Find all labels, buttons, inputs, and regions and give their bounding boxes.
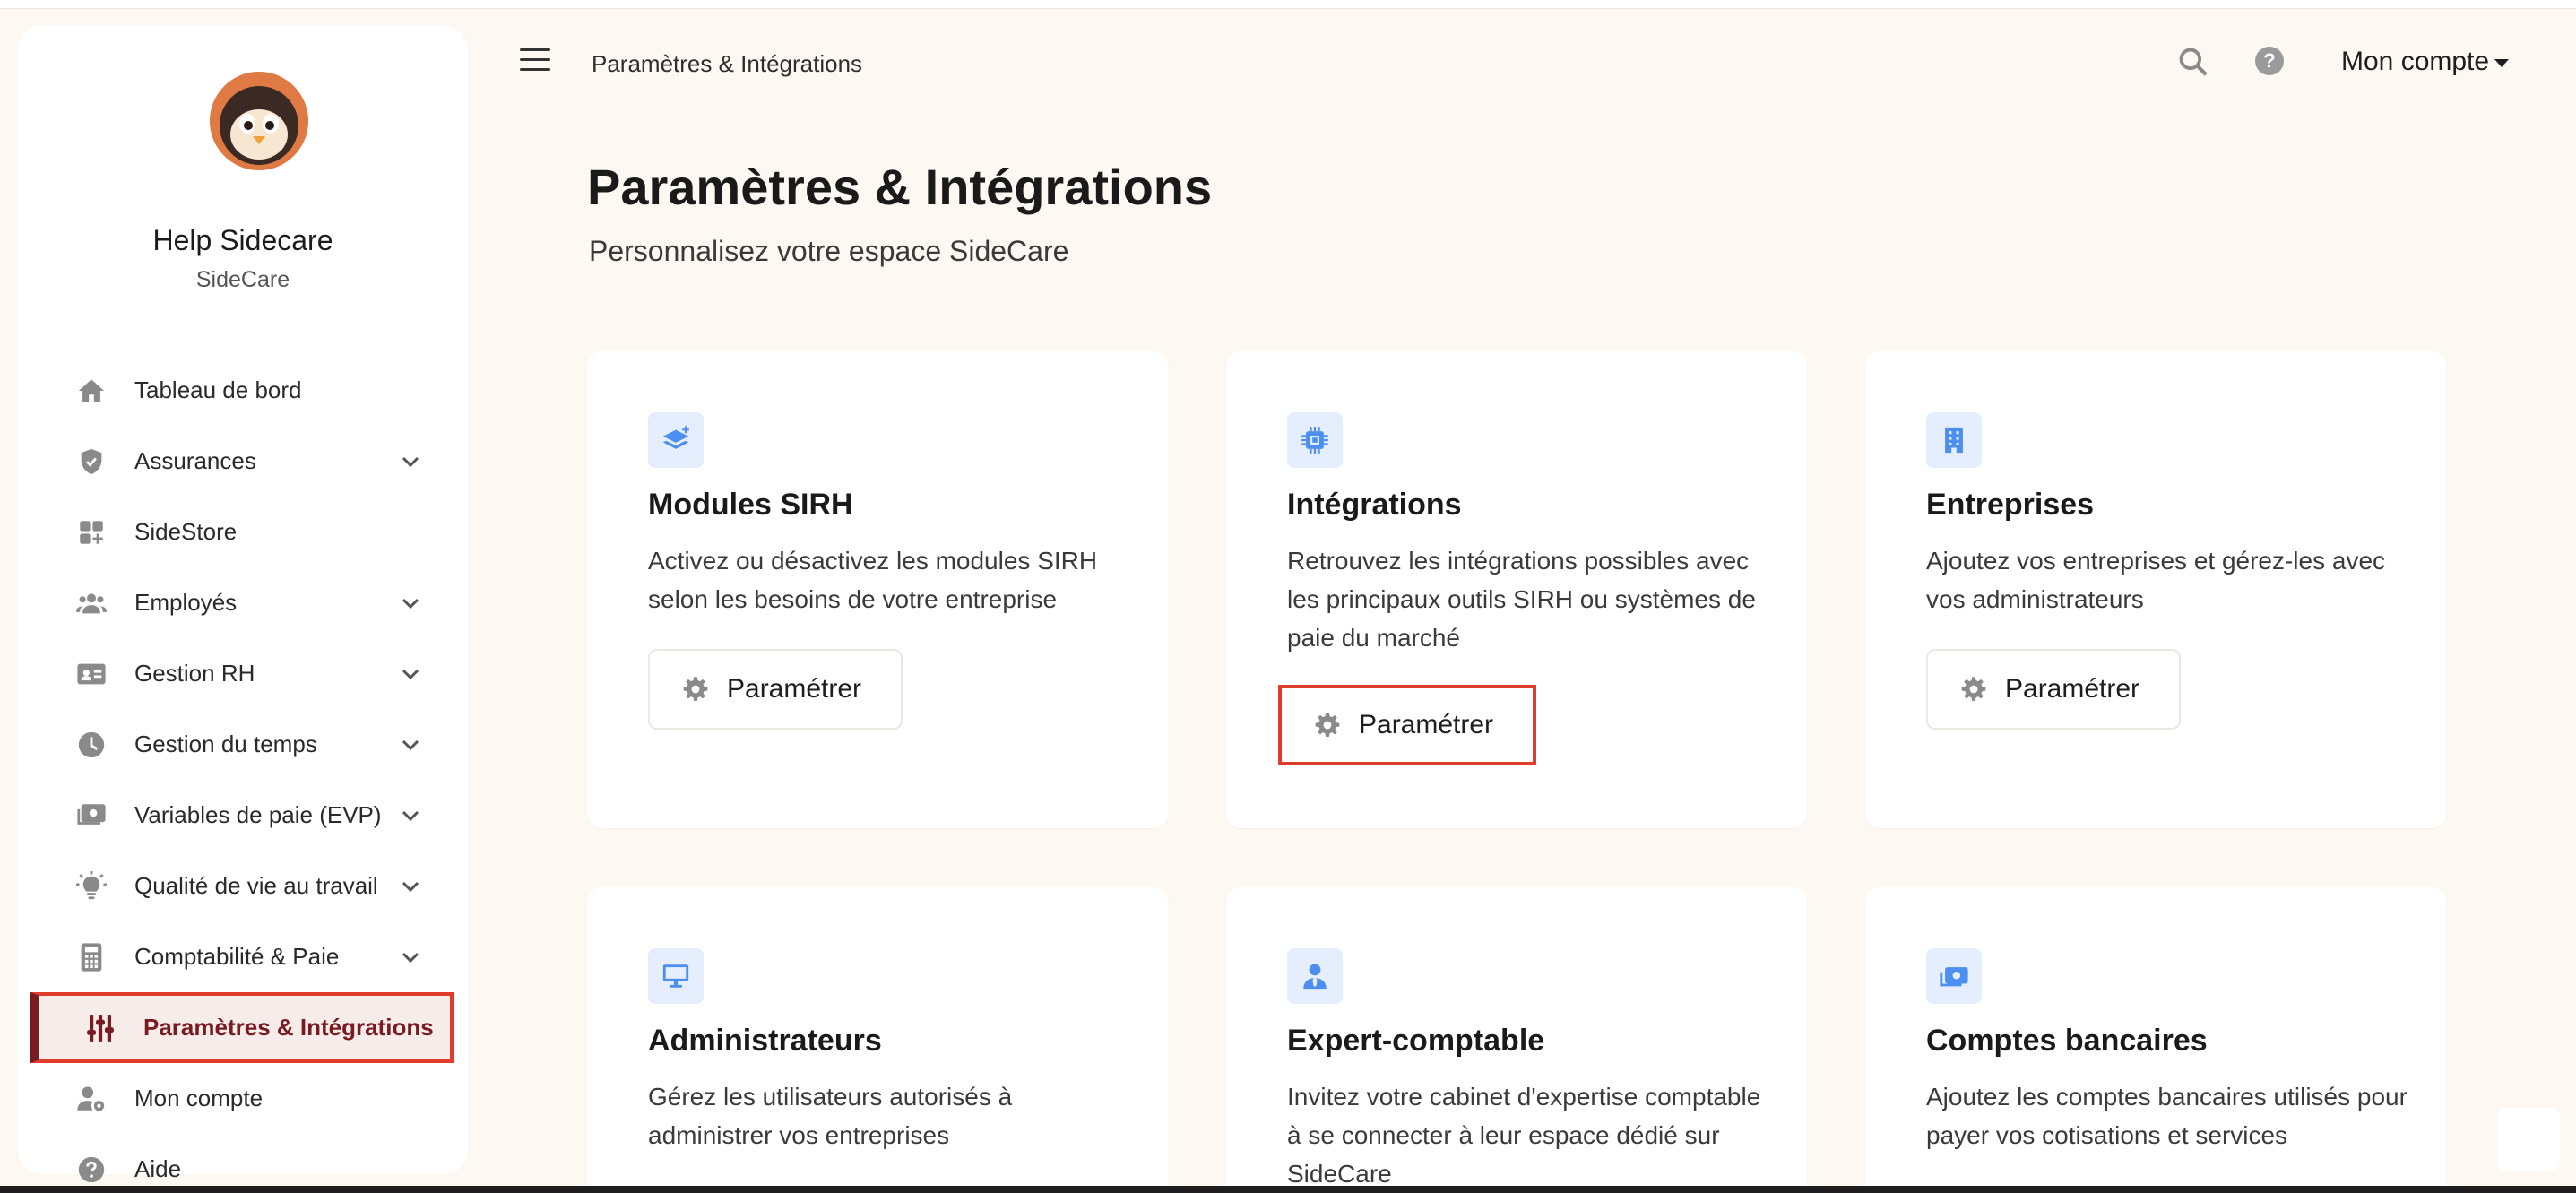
card-comptes-bancaires: Comptes bancaires Ajoutez les comptes ba… [1865,887,2446,1193]
help-button[interactable]: ? [2255,47,2284,75]
sidebar-item-label: Paramètres & Intégrations [143,1014,434,1041]
account-label: Mon compte [2341,47,2490,76]
card-description: Ajoutez vos entreprises et gérez-les ave… [1926,547,2386,613]
account-menu-button[interactable]: Mon compte [2341,47,2510,77]
card-description: Ajoutez les comptes bancaires utilisés p… [1926,1083,2407,1149]
sidebar-item-label: Tableau de bord [134,376,302,403]
sidebar-item-gestion-rh[interactable]: Gestion RH [18,638,468,709]
bottom-edge [0,1186,2576,1193]
card-title: Intégrations [1287,488,1462,522]
search-icon [2179,48,2208,76]
chevron-down-icon[interactable] [400,592,421,614]
sidebar-item-mon-compte[interactable]: Mon compte [18,1063,468,1134]
gear-icon [683,677,708,701]
card-administrateurs: Administrateurs Gérez les utilisateurs a… [587,887,1168,1193]
card-title: Administrateurs [648,1024,882,1058]
chevron-down-icon[interactable] [400,947,421,968]
card-description: Invitez votre cabinet d'expertise compta… [1287,1083,1761,1188]
user-gear-icon [75,1083,108,1115]
menu-toggle-button[interactable] [520,48,550,73]
card-description: Gérez les utilisateurs autorisés à admin… [648,1083,1013,1149]
sidebar: Help Sidecare SideCare Tableau de bord A… [18,25,468,1182]
calculator-icon [75,941,108,973]
avatar[interactable] [210,72,308,170]
top-edge [0,0,2576,9]
chevron-down-icon[interactable] [400,451,421,472]
hamburger-icon [520,48,550,51]
card-title: Expert-comptable [1287,1024,1545,1058]
parametrer-button[interactable]: Paramétrer [648,649,903,730]
money-icon [75,800,108,832]
monitor-icon [648,948,704,1004]
sidebar-item-qualite-de-vie[interactable]: Qualité de vie au travail [18,851,468,921]
sidebar-item-gestion-du-temps[interactable]: Gestion du temps [18,709,468,780]
card-title: Modules SIRH [648,488,853,522]
sliders-icon [84,1012,117,1044]
sidebar-item-aide[interactable]: Aide [18,1134,468,1193]
gear-icon [1315,713,1340,737]
sidebar-item-label: SideStore [134,518,238,545]
sidebar-item-label: Variables de paie (EVP) [134,801,382,828]
user-tie-icon [1287,948,1343,1004]
search-button[interactable] [2176,45,2210,79]
button-label: Paramétrer [2005,674,2140,704]
sidebar-item-label: Gestion du temps [134,730,317,757]
page-title: Paramètres & Intégrations [587,159,1213,215]
chip-icon [1287,412,1343,468]
sidebar-item-tableau-de-bord[interactable]: Tableau de bord [18,355,468,426]
card-expert-comptable: Expert-comptable Invitez votre cabinet d… [1226,887,1807,1193]
sidebar-item-sidestore[interactable]: SideStore [18,497,468,567]
sidebar-item-label: Mon compte [134,1085,264,1111]
building-icon [1926,412,1982,468]
sidebar-item-label: Employés [134,589,238,616]
card-integrations: Intégrations Retrouvez les intégrations … [1226,351,1807,828]
chevron-down-icon[interactable] [400,734,421,756]
users-icon [75,587,108,619]
sidebar-item-label: Assurances [134,447,256,474]
user-company: SideCare [195,267,290,292]
user-name: Help Sidecare [152,224,333,256]
sidebar-item-label: Aide [134,1155,182,1182]
sidebar-item-comptabilite-paie[interactable]: Comptabilité & Paie [18,921,468,992]
shield-icon [75,445,108,478]
chevron-down-icon[interactable] [400,663,421,685]
card-description: Activez ou désactivez les modules SIRH s… [648,547,1098,613]
gear-icon [1961,677,1986,701]
sidebar-item-assurances[interactable]: Assurances [18,426,468,497]
sidebar-item-label: Comptabilité & Paie [134,943,340,970]
breadcrumb: Paramètres & Intégrations [592,50,863,77]
money-bill-icon [1926,948,1982,1004]
sidebar-item-employes[interactable]: Employés [18,567,468,638]
grid-plus-icon [75,516,108,549]
layers-icon [648,412,704,468]
sidebar-item-parametres-integrations[interactable]: Paramètres & Intégrations [30,992,454,1063]
sidebar-nav: Tableau de bord Assurances SideStore Emp… [18,355,468,1193]
lightbulb-icon [75,870,108,903]
penguin-avatar-icon [210,72,308,170]
card-description: Retrouvez les intégrations possibles ave… [1287,547,1756,652]
parametrer-button[interactable]: Paramétrer [1926,649,2182,730]
chat-widget-button[interactable] [2497,1108,2560,1171]
caret-down-icon [2494,58,2510,67]
chevron-down-icon[interactable] [400,876,421,897]
card-entreprises: Entreprises Ajoutez vos entreprises et g… [1865,351,2446,828]
sidebar-item-variables-de-paie[interactable]: Variables de paie (EVP) [18,780,468,851]
card-title: Entreprises [1926,488,2095,522]
clock-icon [75,729,108,761]
page-subtitle: Personnalisez votre espace SideCare [589,235,1069,267]
parametrer-button[interactable]: Paramétrer [1278,685,1537,765]
id-card-icon [75,658,108,690]
home-icon [75,375,108,407]
button-label: Paramétrer [727,674,862,704]
button-label: Paramétrer [1359,710,1494,739]
question-icon [75,1154,108,1186]
card-modules-sirh: Modules SIRH Activez ou désactivez les m… [587,351,1168,828]
card-title: Comptes bancaires [1926,1024,2208,1058]
sidebar-item-label: Gestion RH [134,660,255,687]
sidebar-item-label: Qualité de vie au travail [134,872,378,899]
chevron-down-icon[interactable] [400,805,421,826]
